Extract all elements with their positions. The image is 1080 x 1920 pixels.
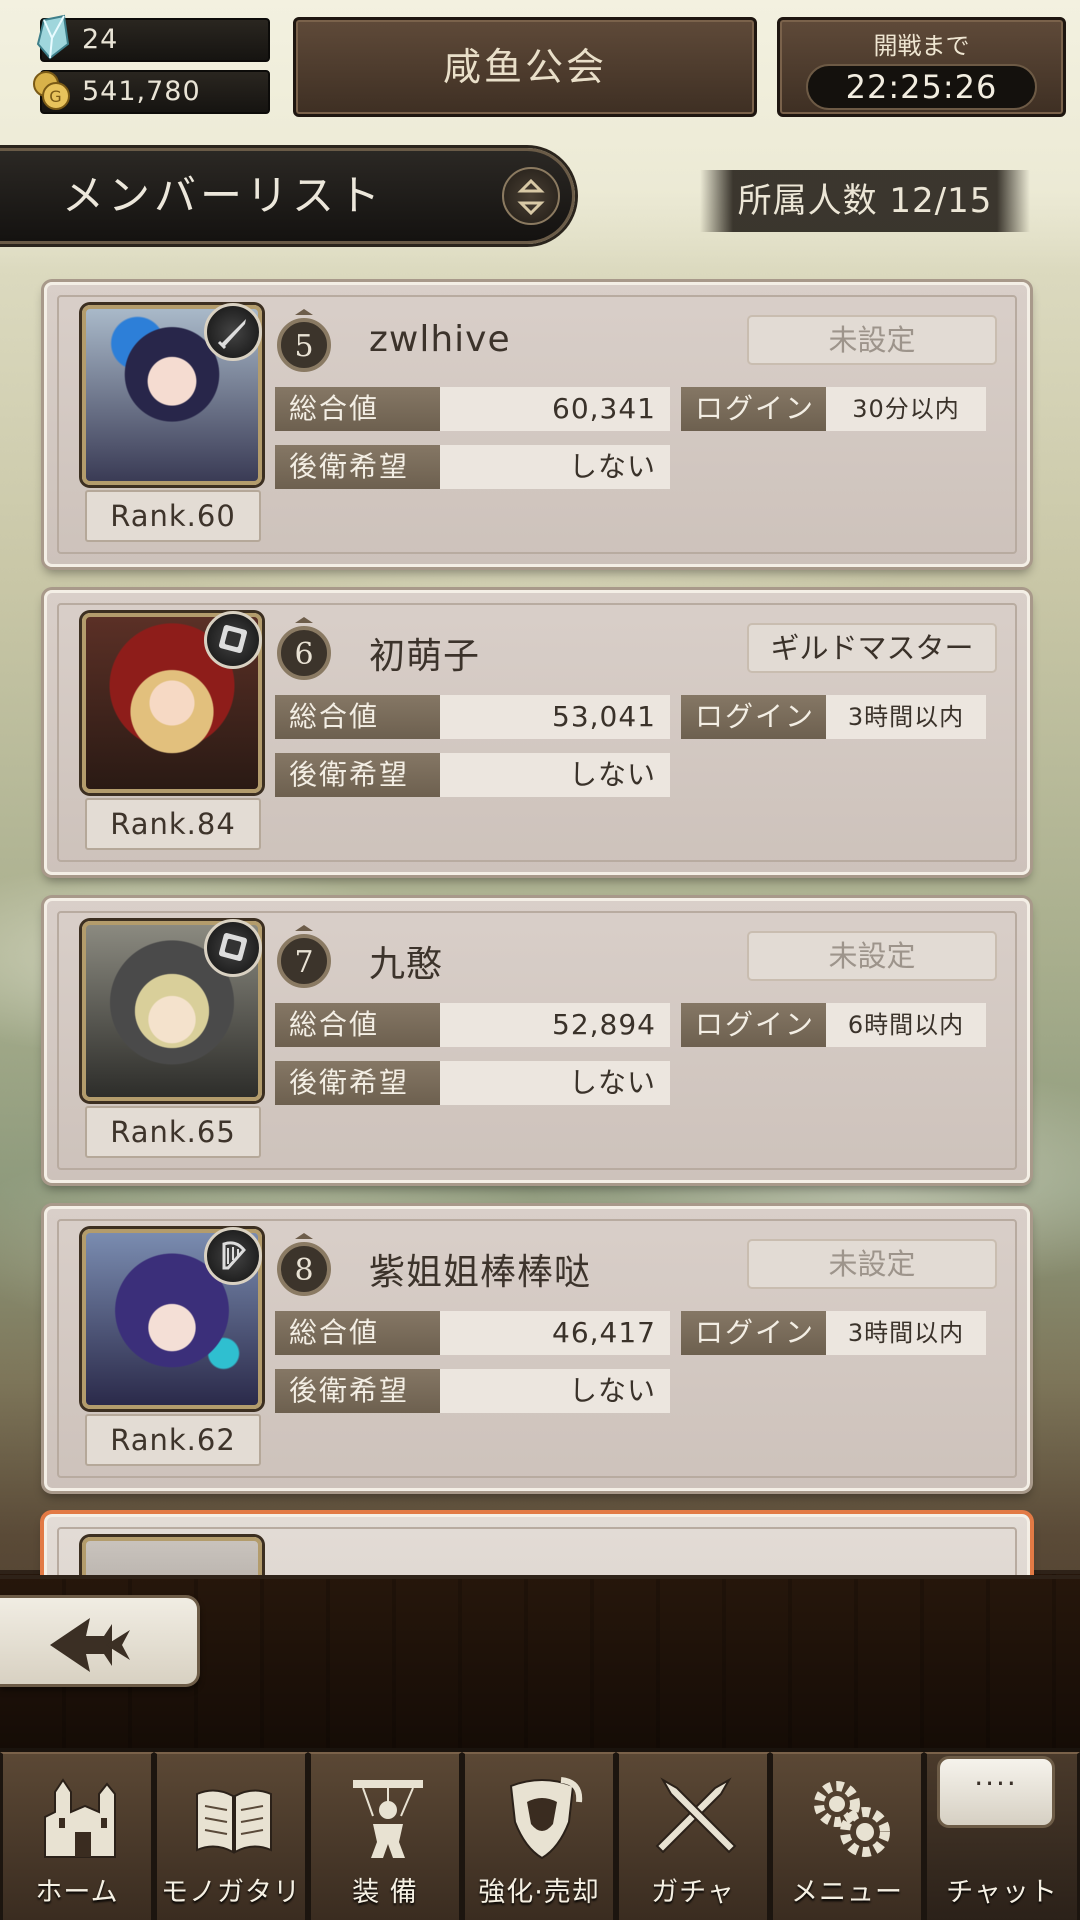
player-name: 初萌子 [369,636,481,677]
tome-icon [204,919,262,977]
puppet-icon [353,1780,423,1858]
tome-icon [204,611,262,669]
member-card[interactable]: Rank.62 8 紫姐姐棒棒哒 未設定 総合値 46,417 ログイン 3時間… [44,1206,1030,1491]
rear-guard-label: 後衛希望 [275,753,440,797]
order-number-badge: 5 [277,309,331,372]
guild-title: 未設定 [747,315,997,365]
svg-text:8: 8 [294,1253,313,1288]
back-button[interactable] [0,1595,200,1687]
member-count: 所属人数 12/15 [700,170,1030,232]
bottom-navigation: ホーム モノガタリ 装 備 強化·売却 ガチャ メニュー ···· チャット [0,1748,1080,1920]
sort-toggle-icon[interactable] [502,167,560,225]
rear-guard-value: しない [440,1061,670,1105]
battle-countdown-panel: 開戦まで 22:25:26 [777,17,1066,117]
nav-label: 強化·売却 [478,1877,600,1908]
sword-icon [204,303,262,361]
gold-coin-icon: G [33,71,70,110]
svg-text:6: 6 [294,637,313,672]
guild-title: ギルドマスター [747,623,997,673]
gem-count: 24 [82,24,119,55]
svg-text:G: G [49,87,62,106]
rear-guard-label: 後衛希望 [275,1061,440,1105]
total-power-value: 52,894 [440,1003,670,1047]
gears-icon [814,1781,890,1857]
login-value: 3時間以内 [826,1311,986,1355]
member-list-title: メンバーリスト [62,171,385,220]
player-name: zwlhive [369,319,511,360]
back-arrow-icon [50,1618,130,1672]
gem-icon [36,14,70,60]
crossed-swords-icon [655,1777,737,1854]
shield-icon [509,1777,583,1860]
login-value: 6時間以内 [826,1003,986,1047]
total-power-label: 総合値 [275,1311,440,1355]
nav-chat[interactable]: ···· チャット [924,1752,1080,1920]
nav-label: チャット [946,1877,1058,1908]
member-card[interactable]: Rank.84 6 初萌子 ギルドマスター 総合値 53,041 ログイン 3時… [44,590,1030,875]
player-name: 九憨 [369,944,444,985]
nav-label: ガチャ [651,1877,735,1908]
rank-label: Rank.62 [85,1414,261,1466]
nav-label: メニュー [791,1877,903,1908]
nav-menu[interactable]: メニュー [770,1752,924,1920]
member-card[interactable]: Rank.60 5 zwlhive 未設定 総合値 60,341 ログイン 30… [44,282,1030,567]
rank-label: Rank.60 [85,490,261,542]
guild-title: 未設定 [747,1239,997,1289]
nav-story[interactable]: モノガタリ [154,1752,308,1920]
castle-icon [44,1778,116,1858]
battle-countdown-label: 開戦まで [873,32,970,60]
guild-title: 未設定 [747,931,997,981]
total-power-value: 53,041 [440,695,670,739]
rank-label: Rank.65 [85,1106,261,1158]
rank-label: Rank.84 [85,798,261,850]
nav-label: 装 備 [352,1877,418,1908]
book-icon [196,1789,272,1854]
rear-guard-value: しない [440,753,670,797]
order-number-badge: 7 [277,925,331,988]
login-value: 3時間以内 [826,695,986,739]
total-power-value: 46,417 [440,1311,670,1355]
nav-home[interactable]: ホーム [0,1752,154,1920]
login-label: ログイン [681,387,826,431]
total-power-label: 総合値 [275,387,440,431]
guild-name-banner: 咸鱼公会 [293,17,757,117]
gold-counter: G 541,780 [33,70,270,114]
total-power-value: 60,341 [440,387,670,431]
nav-gacha[interactable]: ガチャ [616,1752,770,1920]
member-card-partial[interactable] [44,1514,1030,1575]
total-power-label: 総合値 [275,695,440,739]
harp-icon [204,1227,262,1285]
gem-counter: 24 [36,14,270,62]
rear-guard-value: しない [440,1369,670,1413]
gold-count: 541,780 [82,76,201,107]
member-portrait [82,1537,262,1575]
rear-guard-label: 後衛希望 [275,445,440,489]
player-name: 紫姐姐棒棒哒 [369,1252,592,1293]
total-power-label: 総合値 [275,1003,440,1047]
rear-guard-label: 後衛希望 [275,1369,440,1413]
chat-bubble-icon: ···· [937,1756,1055,1828]
login-value: 30分以内 [826,387,986,431]
nav-label: ホーム [35,1877,119,1908]
order-number-badge: 8 [277,1233,331,1296]
nav-equipment[interactable]: 装 備 [308,1752,462,1920]
login-label: ログイン [681,695,826,739]
login-label: ログイン [681,1311,826,1355]
member-card[interactable]: Rank.65 7 九憨 未設定 総合値 52,894 ログイン 6時間以内 後… [44,898,1030,1183]
order-number-badge: 6 [277,617,331,680]
rear-guard-value: しない [440,445,670,489]
nav-label: モノガタリ [161,1877,301,1908]
member-list-banner: メンバーリスト [0,148,575,244]
battle-countdown-timer: 22:25:26 [806,64,1037,110]
nav-enhance-sell[interactable]: 強化·売却 [462,1752,616,1920]
login-label: ログイン [681,1003,826,1047]
svg-text:7: 7 [294,945,313,980]
svg-text:5: 5 [294,329,313,364]
